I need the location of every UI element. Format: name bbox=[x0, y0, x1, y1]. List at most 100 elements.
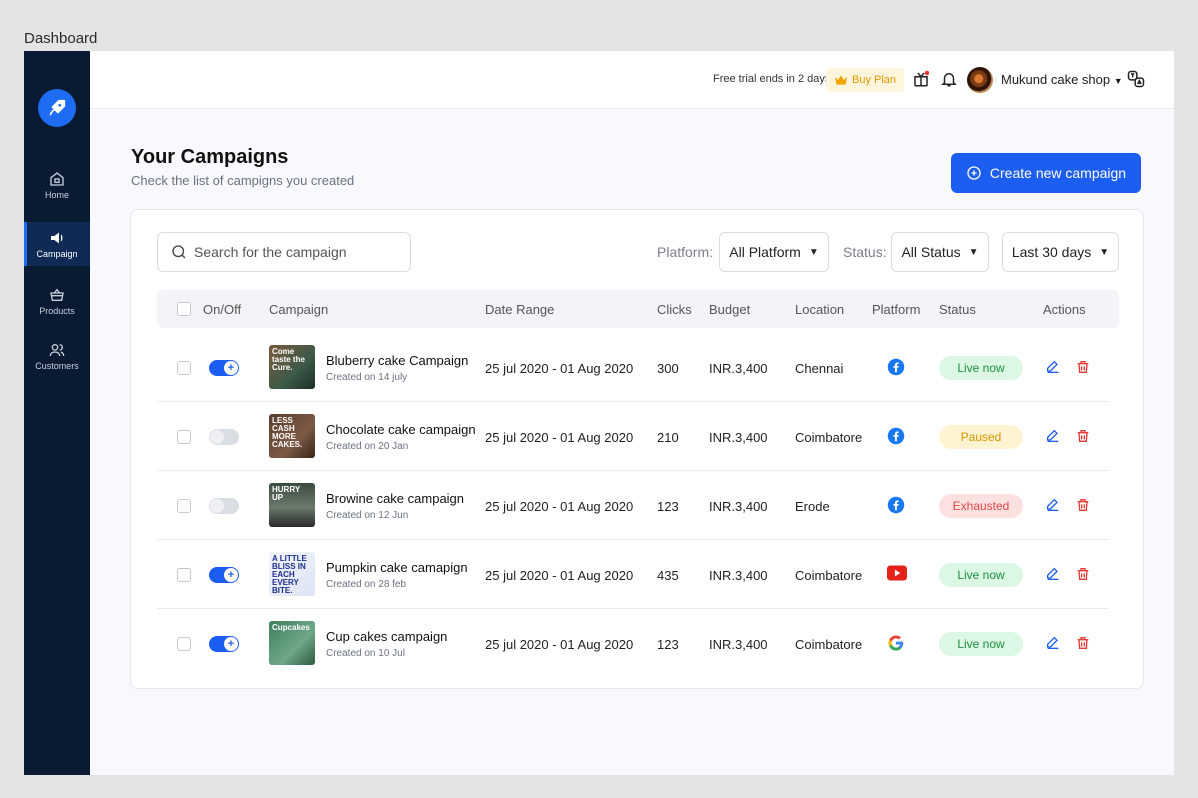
create-campaign-label: Create new campaign bbox=[989, 165, 1127, 181]
thumbnail-text: A LITTLE BLISS IN EACH EVERY BITE. bbox=[272, 554, 307, 595]
clicks: 210 bbox=[657, 430, 679, 445]
table-row: + Cupcakes Cup cakes campaign Created on… bbox=[157, 609, 1109, 678]
status-filter-value: All Status bbox=[901, 244, 961, 260]
column-header: Campaign bbox=[269, 302, 329, 317]
page-title: Your Campaigns bbox=[131, 146, 289, 168]
sidebar: Home Campaign Products Customers bbox=[24, 51, 90, 775]
date-range: 25 jul 2020 - 01 Aug 2020 bbox=[485, 361, 634, 376]
trial-notice: Free trial ends in 2 days bbox=[713, 73, 831, 85]
platform-filter-label: Platform: bbox=[657, 244, 714, 260]
translate-icon[interactable] bbox=[1126, 69, 1146, 89]
facebook-icon bbox=[887, 358, 905, 379]
sidebar-item-home[interactable]: Home bbox=[24, 163, 90, 207]
column-header: Platform bbox=[872, 302, 921, 317]
column-header: Date Range bbox=[485, 302, 555, 317]
campaign-name[interactable]: Browine cake campaign bbox=[326, 491, 464, 506]
location: Coimbatore bbox=[795, 568, 863, 583]
avatar[interactable] bbox=[967, 67, 993, 93]
edit-icon[interactable] bbox=[1045, 497, 1061, 513]
column-header: On/Off bbox=[203, 302, 242, 317]
caret-down-icon: ▼ bbox=[1099, 246, 1110, 258]
clicks: 123 bbox=[657, 637, 679, 652]
campaign-name[interactable]: Cup cakes campaign bbox=[326, 629, 447, 644]
platform-filter-select[interactable]: All Platform ▼ bbox=[719, 232, 829, 272]
edit-icon[interactable] bbox=[1045, 359, 1061, 375]
campaign-thumbnail: LESS CASH MORE CAKES. bbox=[269, 414, 315, 458]
toggle-knob: + bbox=[224, 361, 238, 375]
search-icon bbox=[172, 245, 186, 259]
campaign-name[interactable]: Pumpkin cake camapign bbox=[326, 560, 468, 575]
row-checkbox[interactable] bbox=[177, 361, 191, 375]
location: Chennai bbox=[795, 361, 844, 376]
campaign-toggle[interactable]: + bbox=[209, 567, 239, 583]
toggle-knob: + bbox=[224, 637, 238, 651]
campaign-thumbnail: Cupcakes bbox=[269, 621, 315, 665]
trash-icon[interactable] bbox=[1075, 359, 1091, 375]
location: Coimbatore bbox=[795, 637, 863, 652]
edit-icon[interactable] bbox=[1045, 566, 1061, 582]
date-range: 25 jul 2020 - 01 Aug 2020 bbox=[485, 430, 634, 445]
search-placeholder: Search for the campaign bbox=[194, 244, 347, 260]
row-checkbox[interactable] bbox=[177, 637, 191, 651]
youtube-icon bbox=[887, 565, 907, 584]
trash-icon[interactable] bbox=[1075, 566, 1091, 582]
edit-icon[interactable] bbox=[1045, 428, 1061, 444]
gift-icon[interactable] bbox=[912, 70, 930, 88]
campaign-created-date: Created on 14 july bbox=[326, 372, 408, 383]
create-campaign-button[interactable]: Create new campaign bbox=[951, 153, 1141, 193]
status-badge: Paused bbox=[939, 425, 1023, 449]
campaign-toggle[interactable]: + bbox=[209, 636, 239, 652]
date-range: 25 jul 2020 - 01 Aug 2020 bbox=[485, 499, 634, 514]
frame-label: Dashboard bbox=[24, 30, 98, 47]
page-subtitle: Check the list of campigns you created bbox=[131, 173, 355, 188]
sidebar-item-products[interactable]: Products bbox=[24, 279, 90, 323]
search-input[interactable]: Search for the campaign bbox=[157, 232, 411, 272]
budget: INR.3,400 bbox=[709, 430, 768, 445]
campaign-name[interactable]: Bluberry cake Campaign bbox=[326, 353, 468, 368]
caret-down-icon: ▼ bbox=[808, 246, 819, 258]
trash-icon[interactable] bbox=[1075, 635, 1091, 651]
facebook-icon bbox=[887, 496, 905, 517]
row-checkbox[interactable] bbox=[177, 499, 191, 513]
sidebar-item-customers[interactable]: Customers bbox=[24, 334, 90, 378]
clicks: 435 bbox=[657, 568, 679, 583]
edit-icon[interactable] bbox=[1045, 635, 1061, 651]
google-icon bbox=[887, 634, 905, 655]
trash-icon[interactable] bbox=[1075, 497, 1091, 513]
shop-name[interactable]: Mukund cake shop ▼ bbox=[1001, 72, 1123, 87]
row-checkbox[interactable] bbox=[177, 568, 191, 582]
table-row: + Come taste the Cure. Bluberry cake Cam… bbox=[157, 333, 1109, 402]
column-header: Budget bbox=[709, 302, 751, 317]
row-checkbox[interactable] bbox=[177, 430, 191, 444]
column-header: Location bbox=[795, 302, 845, 317]
sidebar-item-label: Products bbox=[39, 305, 75, 316]
budget: INR.3,400 bbox=[709, 637, 768, 652]
campaign-toggle[interactable] bbox=[209, 498, 239, 514]
toggle-knob: + bbox=[224, 568, 238, 582]
status-badge: Exhausted bbox=[939, 494, 1023, 518]
bell-icon[interactable] bbox=[940, 70, 958, 88]
campaign-name[interactable]: Chocolate cake campaign bbox=[326, 422, 476, 437]
clicks: 123 bbox=[657, 499, 679, 514]
buy-plan-button[interactable]: Buy Plan bbox=[826, 68, 905, 92]
rocket-logo-icon[interactable] bbox=[38, 89, 76, 127]
campaign-created-date: Created on 20 Jan bbox=[326, 441, 409, 452]
trash-icon[interactable] bbox=[1075, 428, 1091, 444]
campaign-toggle[interactable]: + bbox=[209, 360, 239, 376]
table-row: HURRY UP Browine cake campaign Created o… bbox=[157, 471, 1109, 540]
campaign-toggle[interactable] bbox=[209, 429, 239, 445]
select-all-checkbox[interactable] bbox=[177, 302, 191, 316]
app-window: Home Campaign Products Customers Free tr… bbox=[24, 51, 1174, 775]
campaign-created-date: Created on 10 Jul bbox=[326, 648, 405, 659]
status-filter-select[interactable]: All Status ▼ bbox=[891, 232, 989, 272]
facebook-icon bbox=[887, 427, 905, 448]
campaign-thumbnail: HURRY UP bbox=[269, 483, 315, 527]
campaign-created-date: Created on 12 Jun bbox=[326, 510, 409, 521]
campaign-thumbnail: Come taste the Cure. bbox=[269, 345, 315, 389]
date-range-select[interactable]: Last 30 days ▼ bbox=[1002, 232, 1119, 272]
date-range: 25 jul 2020 - 01 Aug 2020 bbox=[485, 637, 634, 652]
caret-down-icon: ▼ bbox=[968, 246, 979, 258]
thumbnail-text: Come taste the Cure. bbox=[272, 347, 305, 372]
sidebar-item-campaign[interactable]: Campaign bbox=[24, 222, 90, 266]
basket-icon bbox=[50, 288, 64, 301]
